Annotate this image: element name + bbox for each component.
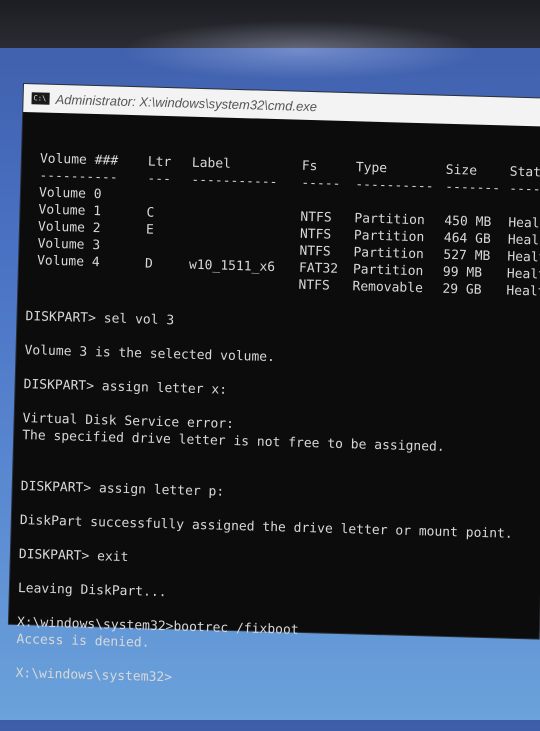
table-header-size: Size xyxy=(445,162,478,179)
table-row-fs: NTFS xyxy=(298,277,330,294)
table-separator-type: ---------- xyxy=(355,177,434,195)
table-row-fs: FAT32 xyxy=(298,260,339,277)
table-row-ltr: D xyxy=(144,256,154,272)
console-output[interactable]: Volume ### Ltr Label Fs Type Size Stat --------… xyxy=(6,112,540,731)
table-separator-status: ---- xyxy=(509,181,540,198)
table-separator-fs: ----- xyxy=(301,175,341,192)
table-separator-ltr: --- xyxy=(147,171,172,188)
table-row-fs: NTFS xyxy=(299,243,331,260)
table-row-volume: Volume 0 xyxy=(38,185,102,203)
table-row-size: 527 MB xyxy=(443,247,491,265)
table-row-volume: Volume 3 xyxy=(37,236,101,254)
table-header-type: Type xyxy=(355,160,388,177)
cmd-window[interactable]: C:\ Administrator: X:\windows\system32\c… xyxy=(8,84,540,685)
cmd-icon: C:\ xyxy=(31,92,50,105)
table-row-status: Healt xyxy=(507,249,540,266)
table-row-type: Removable xyxy=(352,279,424,297)
table-row-volume: Volume 4 xyxy=(36,253,100,271)
table-row-status: Healt xyxy=(506,283,540,300)
table-row-fs: NTFS xyxy=(300,209,332,226)
screen-glare xyxy=(120,20,480,80)
table-row-status: Heal xyxy=(508,215,540,232)
table-header-fs: Fs xyxy=(301,158,318,175)
console-lines: DISKPART> sel vol 3 Volume 3 is the selec… xyxy=(15,308,540,696)
table-row-type: Partition xyxy=(352,262,424,280)
table-header-volume: Volume ### xyxy=(39,151,119,169)
table-header-ltr: Ltr xyxy=(147,154,172,171)
window-title: Administrator: X:\windows\system32\cmd.e… xyxy=(55,91,318,114)
table-separator-label: ----------- xyxy=(191,172,278,191)
table-row-size: 99 MB xyxy=(442,264,483,281)
table-row-type: Partition xyxy=(353,245,425,263)
table-row-status: Healt xyxy=(506,266,540,283)
table-row-size: 464 GB xyxy=(443,230,492,248)
table-separator-volume: ---------- xyxy=(39,168,118,186)
table-header-label: Label xyxy=(191,155,232,172)
table-row-size: 450 MB xyxy=(444,213,492,231)
table-row-ltr: E xyxy=(145,222,155,238)
table-row-volume: Volume 2 xyxy=(37,219,101,237)
table-row-volume: Volume 1 xyxy=(38,202,102,220)
table-row-status: Heal xyxy=(507,232,540,249)
table-row-fs: NTFS xyxy=(299,226,332,243)
table-row-size: 29 GB xyxy=(442,281,482,298)
table-row-label: w10_1511_x6 xyxy=(188,257,276,276)
table-row-ltr: C xyxy=(146,205,155,221)
table-row-type: Partition xyxy=(354,211,426,229)
table-separator-size: ------- xyxy=(445,179,501,197)
volume-table: Volume ### Ltr Label Fs Type Size Stat --------… xyxy=(27,150,540,299)
table-row-type: Partition xyxy=(353,228,425,246)
table-header-status: Stat xyxy=(509,164,540,181)
